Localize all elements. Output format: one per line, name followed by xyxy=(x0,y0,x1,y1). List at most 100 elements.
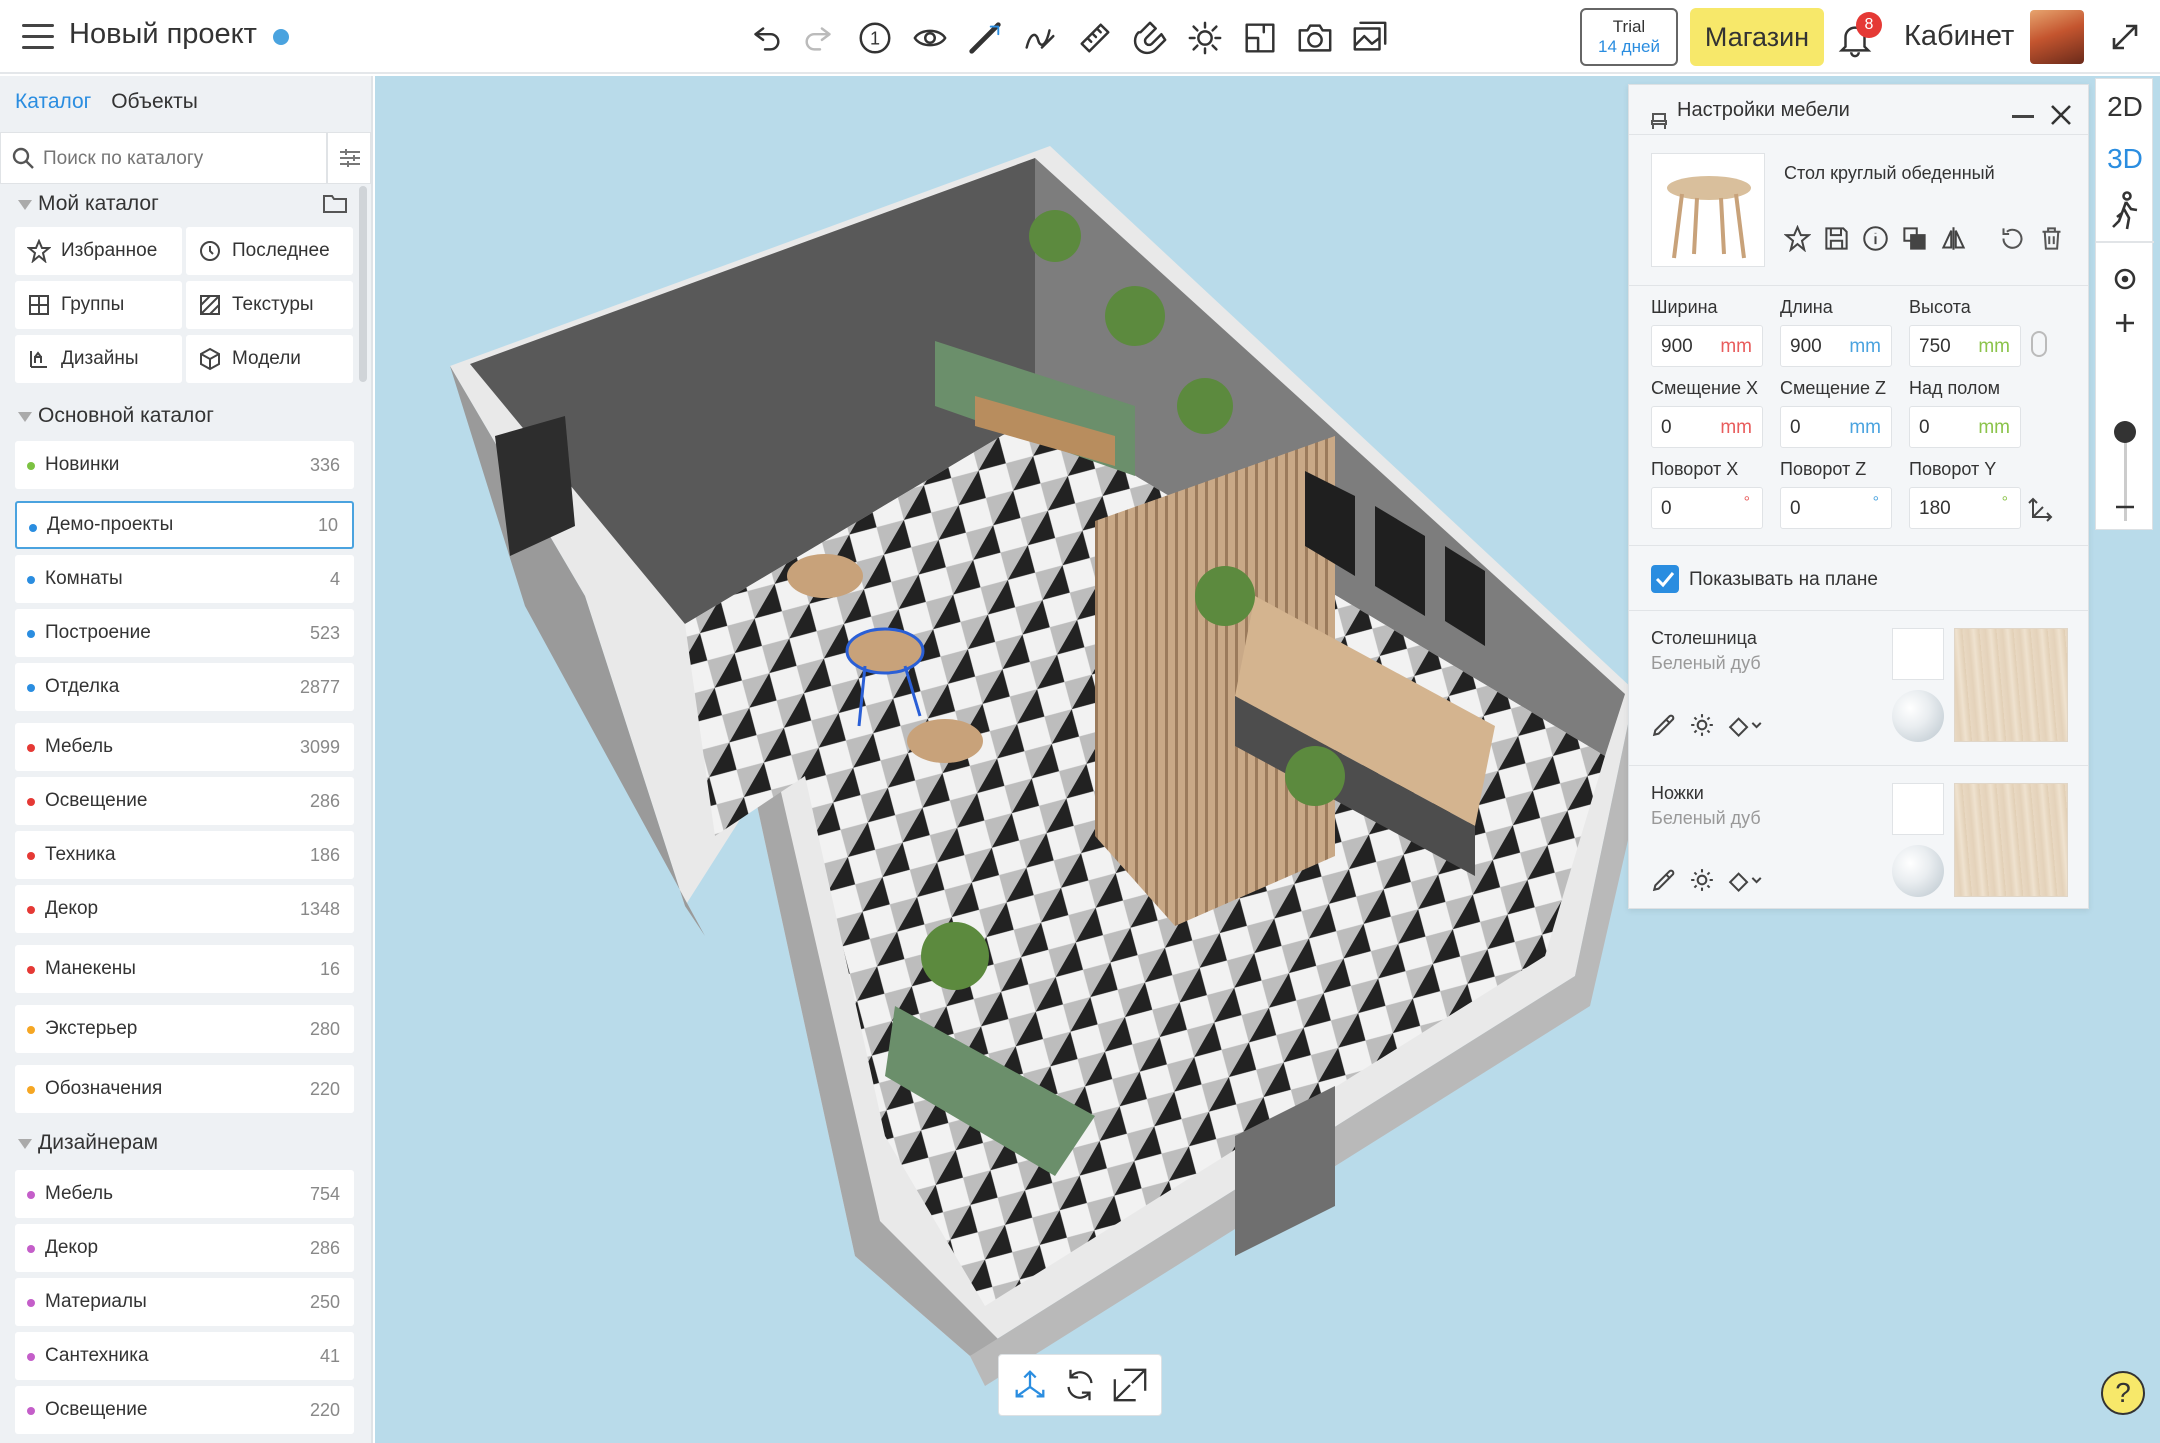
catalog-item-main-7[interactable]: Техника 186 xyxy=(15,831,354,879)
catalog-item-main-8[interactable]: Декор 1348 xyxy=(15,885,354,933)
catalog-item-main-6[interactable]: Освещение 286 xyxy=(15,777,354,825)
material-legs-texture[interactable] xyxy=(1954,783,2068,897)
rotate-axis-icon[interactable] xyxy=(2027,495,2055,523)
folder-icon[interactable] xyxy=(322,192,348,214)
dimension-input[interactable]: 0 mm xyxy=(1909,406,2021,448)
eyedropper-icon[interactable] xyxy=(1651,712,1677,738)
material-tabletop-color-swatch[interactable] xyxy=(1892,628,1944,680)
close-icon[interactable] xyxy=(2048,97,2074,125)
catalog-item-des-3[interactable]: Сантехника 41 xyxy=(15,1332,354,1380)
render-icon[interactable] xyxy=(1347,12,1393,64)
magnet-icon[interactable] xyxy=(1127,12,1173,64)
project-title[interactable]: Новый проект xyxy=(69,18,257,51)
dimension-input[interactable]: 0 mm xyxy=(1780,406,1892,448)
cabinet-button[interactable]: Кабинет xyxy=(1904,20,2014,53)
wall-tool-icon[interactable] xyxy=(962,12,1008,64)
paint-dropdown-icon[interactable] xyxy=(1727,867,1765,893)
catalog-item-main-0[interactable]: Новинки 336 xyxy=(15,441,354,489)
settings-gear-icon[interactable] xyxy=(1689,712,1715,738)
delete-icon[interactable] xyxy=(2038,225,2065,252)
lock-ratio-icon[interactable] xyxy=(2031,331,2047,357)
zoom-slider-handle[interactable] xyxy=(2114,421,2136,443)
catalog-item-des-1[interactable]: Декор 286 xyxy=(15,1224,354,1272)
help-button[interactable]: ? xyxy=(2101,1371,2145,1415)
catalog-item-main-4[interactable]: Отделка 2877 xyxy=(15,663,354,711)
catalog-item-des-0[interactable]: Мебель 754 xyxy=(15,1170,354,1218)
avatar[interactable] xyxy=(2030,10,2084,64)
designs-button[interactable]: Дизайны xyxy=(15,335,182,383)
catalog-item-main-3[interactable]: Построение 523 xyxy=(15,609,354,657)
field-label: Поворот Y xyxy=(1909,459,1997,479)
center-view-icon[interactable] xyxy=(2113,267,2137,291)
walk-mode-icon[interactable] xyxy=(2109,191,2141,231)
reset-icon[interactable] xyxy=(1999,225,2026,252)
mirror-icon[interactable] xyxy=(1940,225,1967,252)
catalog-item-main-9[interactable]: Манекены 16 xyxy=(15,945,354,993)
scale-icon[interactable] xyxy=(1111,1366,1149,1404)
material-legs-preview-sphere[interactable] xyxy=(1892,845,1944,897)
tab-objects[interactable]: Объекты xyxy=(111,90,198,113)
fullscreen-icon[interactable] xyxy=(2110,22,2140,52)
eyedropper-icon[interactable] xyxy=(1651,867,1677,893)
sun-icon[interactable] xyxy=(1182,12,1228,64)
catalog-item-main-2[interactable]: Комнаты 4 xyxy=(15,555,354,603)
item-thumbnail[interactable] xyxy=(1651,153,1765,267)
dimension-input[interactable]: 900 mm xyxy=(1780,325,1892,367)
tab-catalog[interactable]: Каталог xyxy=(15,90,91,113)
catalog-item-main-1[interactable]: Демо-проекты 10 xyxy=(15,501,354,549)
dimension-input[interactable]: 0 ° xyxy=(1651,487,1763,529)
show-on-plan-checkbox[interactable] xyxy=(1651,565,1679,593)
menu-icon[interactable] xyxy=(22,24,54,50)
catalog-item-des-4[interactable]: Освещение 220 xyxy=(15,1386,354,1434)
material-tabletop-preview-sphere[interactable] xyxy=(1892,690,1944,742)
undo-icon[interactable] xyxy=(742,12,788,64)
zoom-in-icon[interactable] xyxy=(2113,311,2137,335)
redo-icon[interactable] xyxy=(797,12,843,64)
shop-button[interactable]: Магазин xyxy=(1690,8,1824,66)
settings-gear-icon[interactable] xyxy=(1689,867,1715,893)
trial-badge[interactable]: Trial 14 дней xyxy=(1580,8,1678,66)
panel-header[interactable]: Настройки мебели xyxy=(1629,85,2088,135)
main-catalog-header[interactable]: Основной каталог xyxy=(0,404,214,428)
dimension-input[interactable]: 0 ° xyxy=(1780,487,1892,529)
search-input[interactable] xyxy=(43,143,313,175)
catalog-item-main-10[interactable]: Экстерьер 280 xyxy=(15,1005,354,1053)
catalog-item-main-11[interactable]: Обозначения 220 xyxy=(15,1065,354,1113)
dimension-input[interactable]: 750 mm xyxy=(1909,325,2021,367)
mode-3d-button[interactable]: 3D xyxy=(2096,143,2154,175)
my-catalog-header[interactable]: Мой каталог xyxy=(0,192,159,216)
designers-header[interactable]: Дизайнерам xyxy=(0,1131,158,1155)
dimension-input[interactable]: 0 mm xyxy=(1651,406,1763,448)
paint-dropdown-icon[interactable] xyxy=(1727,712,1765,738)
info-icon[interactable] xyxy=(1862,225,1889,252)
ruler-icon[interactable] xyxy=(1072,12,1118,64)
material-tabletop-texture[interactable] xyxy=(1954,628,2068,742)
curve-icon[interactable] xyxy=(1017,12,1063,64)
sidebar-scrollbar[interactable] xyxy=(359,186,367,382)
textures-button[interactable]: Текстуры xyxy=(186,281,353,329)
groups-button[interactable]: Группы xyxy=(15,281,182,329)
recent-button[interactable]: Последнее xyxy=(186,227,353,275)
copy-icon[interactable] xyxy=(1901,225,1928,252)
favorite-star-icon[interactable] xyxy=(1784,225,1811,252)
move-axes-icon[interactable] xyxy=(1011,1366,1049,1404)
filter-button[interactable] xyxy=(327,132,371,184)
eye-icon[interactable] xyxy=(907,12,953,64)
camera-icon[interactable] xyxy=(1292,12,1338,64)
level-1-icon[interactable]: 1 xyxy=(852,12,898,64)
room-icon[interactable] xyxy=(1237,12,1283,64)
notifications-button[interactable]: 8 xyxy=(1836,12,1882,64)
catalog-item-label: Декор xyxy=(45,898,99,919)
dimension-input[interactable]: 900 mm xyxy=(1651,325,1763,367)
save-icon[interactable] xyxy=(1823,225,1850,252)
dimension-input[interactable]: 180 ° xyxy=(1909,487,2021,529)
rotate-icon[interactable] xyxy=(1061,1366,1099,1404)
mode-2d-button[interactable]: 2D xyxy=(2096,91,2154,123)
zoom-out-icon[interactable] xyxy=(2113,495,2137,519)
models-button[interactable]: Модели xyxy=(186,335,353,383)
catalog-item-des-2[interactable]: Материалы 250 xyxy=(15,1278,354,1326)
favorites-button[interactable]: Избранное xyxy=(15,227,182,275)
catalog-item-main-5[interactable]: Мебель 3099 xyxy=(15,723,354,771)
material-legs-color-swatch[interactable] xyxy=(1892,783,1944,835)
minimize-icon[interactable] xyxy=(2012,115,2034,118)
